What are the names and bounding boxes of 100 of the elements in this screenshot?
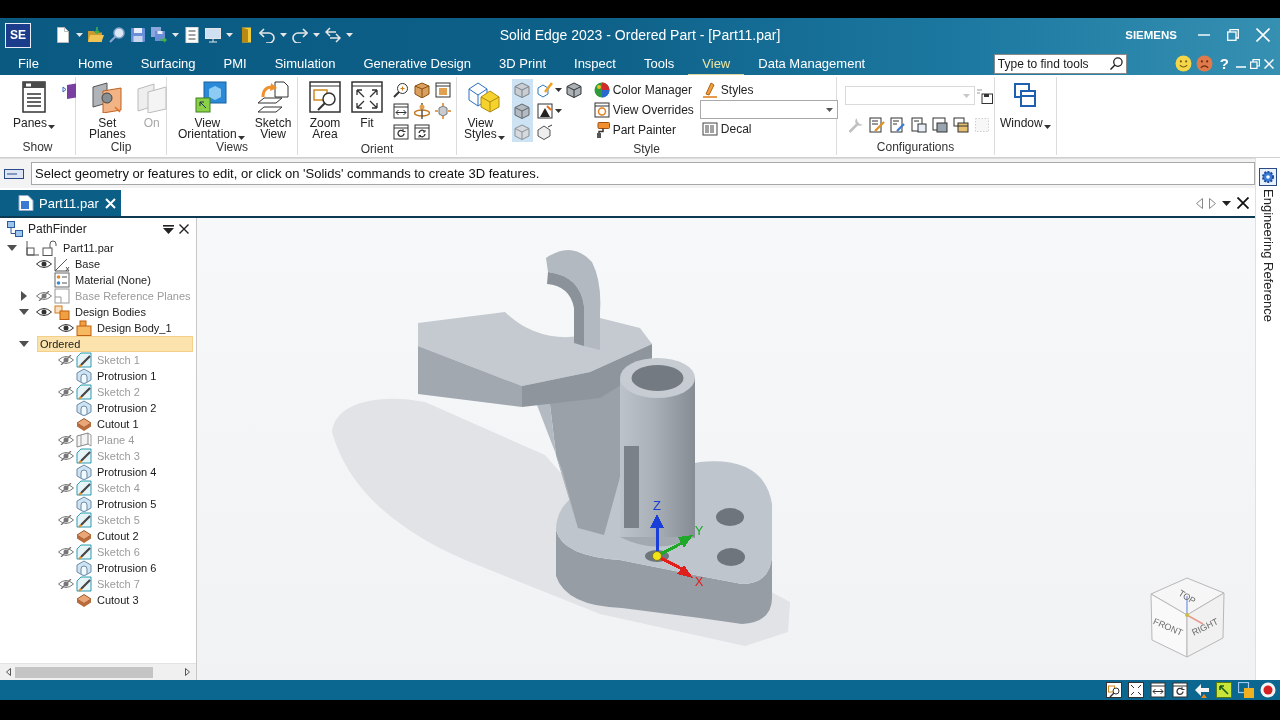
ribbon-button[interactable]: Zoom Area (306, 79, 344, 140)
triangle-right-icon[interactable] (21, 291, 27, 301)
app-logo[interactable]: SE (5, 22, 31, 48)
stacked-windows-icon[interactable] (953, 116, 969, 133)
caret-icon[interactable] (48, 125, 56, 129)
eye-icon[interactable] (58, 323, 74, 333)
pencil-document-icon[interactable] (869, 116, 885, 133)
menu-tab[interactable]: Surfacing (126, 52, 210, 75)
help-button[interactable]: ? (1216, 55, 1232, 72)
menu-tab[interactable]: Data Management (744, 52, 880, 75)
caret-icon[interactable] (497, 136, 505, 140)
scroll-left-icon[interactable] (6, 668, 11, 676)
document-layers-icon[interactable] (911, 116, 927, 133)
tree-item[interactable]: Protrusion 2 (95, 401, 159, 415)
cube-icon[interactable] (565, 81, 582, 98)
close-icon[interactable] (1237, 197, 1249, 209)
ribbon-button[interactable]: View Styles (461, 79, 508, 140)
tree-item[interactable]: Protrusion 1 (95, 369, 159, 383)
ribbon-command[interactable]: Color Manager (591, 80, 696, 100)
crossed-eye-icon[interactable] (58, 547, 74, 557)
orbit-icon[interactable] (413, 102, 430, 119)
close-icon[interactable] (179, 224, 189, 234)
undo-icon[interactable] (259, 27, 275, 43)
triangle-down-icon[interactable] (19, 309, 29, 315)
tree-item[interactable]: Cutout 2 (95, 529, 141, 543)
document-edit-icon[interactable] (890, 116, 906, 133)
new-document-icon[interactable] (55, 27, 71, 43)
tree-item[interactable]: Cutout 3 (95, 593, 141, 607)
eye-icon[interactable] (36, 307, 52, 317)
screen-icon[interactable] (205, 27, 221, 43)
tree-item[interactable]: Protrusion 5 (95, 497, 159, 511)
cube-outline-icon[interactable] (536, 123, 553, 140)
redo-icon[interactable] (292, 27, 308, 43)
panel-icon[interactable] (62, 83, 79, 99)
fit-view-icon[interactable] (1128, 682, 1144, 698)
menu-tab[interactable]: Generative Design (349, 52, 486, 75)
tree-item[interactable]: Design Body_1 (95, 321, 174, 335)
caret-icon[interactable] (825, 107, 833, 112)
caret-icon[interactable] (554, 108, 562, 113)
crossed-eye-icon[interactable] (58, 435, 74, 445)
horizontal-scrollbar[interactable] (0, 663, 196, 680)
ribbon-button[interactable]: Set Planes (86, 79, 129, 140)
crossed-eye-icon[interactable] (58, 451, 74, 461)
ribbon-button[interactable]: Window (997, 79, 1054, 129)
triangle-left-icon[interactable] (1196, 197, 1203, 209)
tree-item[interactable]: Part11.par (61, 241, 116, 255)
menu-tab[interactable]: 3D Print (485, 52, 561, 75)
crossed-eye-icon[interactable] (36, 291, 52, 301)
menu-tab[interactable]: Inspect (560, 52, 630, 75)
caret-icon[interactable] (76, 33, 83, 37)
side-panel-tab[interactable]: Engineering Reference (1260, 189, 1276, 322)
cursor-square-icon[interactable] (1216, 682, 1232, 698)
save-icon[interactable] (130, 27, 146, 43)
ribbon-command[interactable]: Styles (699, 80, 838, 100)
restore-icon[interactable] (1227, 29, 1239, 41)
crossed-eye-icon[interactable] (58, 483, 74, 493)
ribbon-command[interactable]: View Overrides (591, 100, 696, 120)
menu-tab[interactable]: Simulation (260, 52, 350, 75)
frame-arrows-icon[interactable] (1150, 682, 1166, 698)
record-icon[interactable] (1260, 682, 1276, 698)
menu-caret-icon[interactable] (163, 224, 174, 234)
ribbon-command[interactable]: Part Painter (591, 120, 696, 140)
swap-arrows-icon[interactable] (325, 27, 341, 43)
tree-item[interactable]: Protrusion 6 (95, 561, 159, 575)
frowning-face-icon[interactable] (1195, 55, 1213, 72)
menu-tab[interactable]: PMI (209, 52, 261, 75)
image-frames-icon[interactable] (932, 116, 948, 133)
save-all-icon[interactable] (151, 27, 167, 43)
tree-item[interactable]: Ordered (37, 336, 193, 352)
crossed-eye-icon[interactable] (58, 579, 74, 589)
arrow-icon[interactable] (1194, 682, 1210, 698)
triangle-right-icon[interactable] (1209, 197, 1216, 209)
ribbon-button[interactable]: Panes (10, 79, 59, 129)
scrollbar-thumb[interactable] (15, 666, 153, 678)
tree-item[interactable]: Cutout 1 (95, 417, 141, 431)
magnifier-icon[interactable] (109, 27, 125, 43)
frame-icon[interactable] (434, 81, 451, 98)
restore-icon[interactable] (1250, 58, 1260, 69)
cube-icon[interactable] (413, 81, 430, 98)
ribbon-button[interactable]: View Orientation (175, 79, 248, 140)
crossed-eye-icon[interactable] (58, 355, 74, 365)
zoom-area-icon[interactable] (1106, 682, 1122, 698)
menu-tab[interactable]: Tools (629, 52, 689, 75)
picture-icon[interactable] (536, 102, 553, 119)
save-icon[interactable] (977, 87, 993, 104)
caret-icon[interactable] (554, 87, 562, 92)
search-field[interactable]: Type to find tools (993, 53, 1127, 74)
tree-item[interactable]: Design Bodies (73, 305, 148, 319)
caret-icon[interactable] (1222, 200, 1231, 206)
triangle-down-icon[interactable] (19, 341, 29, 347)
caret-icon[interactable] (237, 136, 245, 140)
gear-icon[interactable] (1259, 168, 1277, 186)
menu-tab[interactable]: Home (63, 52, 127, 75)
overlapping-squares-icon[interactable] (1238, 682, 1254, 698)
frame-refresh-icon[interactable] (413, 123, 430, 140)
ribbon-button[interactable]: Sketch View (251, 79, 295, 140)
open-folder-icon[interactable] (88, 27, 104, 43)
crossed-eye-icon[interactable] (58, 387, 74, 397)
caret-icon[interactable] (1043, 125, 1051, 129)
frame-rotate-icon[interactable] (392, 123, 409, 140)
